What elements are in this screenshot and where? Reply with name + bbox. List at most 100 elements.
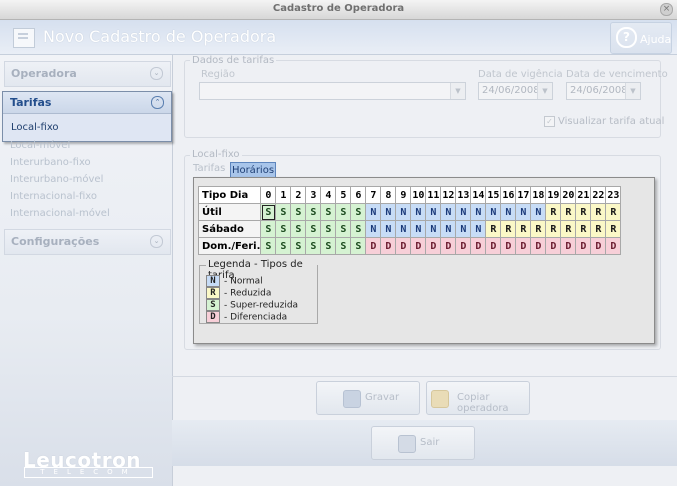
tariff-cell[interactable]: D [545,237,562,255]
tariff-cell[interactable]: S [290,237,307,255]
tariff-cell[interactable]: D [365,237,382,255]
tariff-cell[interactable]: R [485,220,502,238]
sidebar-item-local-movel[interactable]: Local-móvel [10,140,70,151]
tariff-cell[interactable]: D [425,237,442,255]
tariff-cell[interactable]: S [275,220,292,238]
tariff-cell[interactable]: D [590,237,607,255]
tariff-cell[interactable]: S [260,237,277,255]
tariff-cell[interactable]: N [380,203,397,221]
tariff-cell[interactable]: R [560,220,577,238]
tariff-cell[interactable]: D [485,237,502,255]
vigencia-date-field[interactable]: 24/06/2008 ▼ [478,82,553,100]
tariff-cell[interactable]: N [500,203,517,221]
tariff-cell[interactable]: N [455,203,472,221]
tariff-cell[interactable]: R [545,220,562,238]
tariff-cell[interactable]: S [260,220,277,238]
tariff-cell[interactable]: S [350,203,367,221]
gravar-button[interactable]: Gravar [316,381,420,415]
tariff-cell[interactable]: D [575,237,592,255]
tariff-cell[interactable]: R [515,220,532,238]
tariff-cell[interactable]: R [500,220,517,238]
tariff-cell[interactable]: S [290,220,307,238]
tariff-cell[interactable]: R [590,203,607,221]
tariff-cell[interactable]: S [275,203,292,221]
tariff-cell[interactable]: S [320,220,337,238]
tariff-cell[interactable]: S [335,220,352,238]
tariff-cell[interactable]: R [605,220,622,238]
vencimento-date-field[interactable]: 24/06/2008 ▼ [566,82,641,100]
tariff-cell[interactable]: N [470,220,487,238]
tariff-cell[interactable]: S [350,220,367,238]
tariff-cell[interactable]: D [530,237,547,255]
tariff-cell[interactable]: N [380,220,397,238]
tariff-cell[interactable]: S [335,237,352,255]
tariff-cell[interactable]: N [395,203,412,221]
tariff-cell[interactable]: D [515,237,532,255]
tariff-cell[interactable]: R [560,203,577,221]
tariff-cell[interactable]: S [335,203,352,221]
help-button[interactable]: ? Ajuda [610,22,672,54]
tariff-cell[interactable]: N [485,203,502,221]
chevron-up-icon[interactable]: ⌃ [151,96,164,109]
tariff-cell[interactable]: N [365,203,382,221]
tariff-cell[interactable]: N [530,203,547,221]
tariff-cell[interactable]: S [275,237,292,255]
tariff-cell[interactable]: D [470,237,487,255]
hour-header: 15 [485,186,502,204]
chevron-down-icon[interactable]: ▼ [450,83,465,99]
regiao-select[interactable]: ▼ [199,82,466,100]
tariff-cell[interactable]: D [380,237,397,255]
tariff-cell[interactable]: N [455,220,472,238]
chevron-down-icon[interactable]: ⌄ [150,235,163,248]
tariff-cell[interactable]: N [440,220,457,238]
chevron-down-icon[interactable]: ▼ [537,83,552,99]
chevron-down-icon[interactable]: ▼ [625,83,640,99]
tariff-cell[interactable]: D [410,237,427,255]
tariff-cell[interactable]: D [455,237,472,255]
copiar-operadora-button[interactable]: Copiar operadora [426,381,530,415]
visualizar-checkbox[interactable]: ✓ [544,116,555,127]
sidebar-section-operadora[interactable]: Operadora ⌄ [4,61,171,87]
sidebar-item-internacional-fixo[interactable]: Internacional-fixo [10,191,97,202]
sidebar-item-local-fixo[interactable]: Local-fixo [11,122,59,133]
tariff-cell[interactable]: S [305,203,322,221]
tariff-cell[interactable]: S [305,237,322,255]
sidebar-section-configuracoes[interactable]: Configurações ⌄ [4,229,171,255]
tariff-cell[interactable]: N [440,203,457,221]
tab-tarifas[interactable]: Tarifas [193,163,225,174]
tariff-cell[interactable]: D [395,237,412,255]
tariff-cell[interactable]: R [575,203,592,221]
sidebar-item-interurbano-fixo[interactable]: Interurbano-fixo [10,157,91,168]
tariff-cell[interactable]: S [290,203,307,221]
tariff-cell[interactable]: N [395,220,412,238]
sidebar-item-interurbano-movel[interactable]: Interurbano-móvel [10,174,103,185]
tariff-cell[interactable]: S [320,237,337,255]
tariff-cell[interactable]: R [605,203,622,221]
tariff-cell[interactable]: S [350,237,367,255]
tariff-cell[interactable]: S [305,220,322,238]
tariff-cell[interactable]: R [590,220,607,238]
sidebar-section-tarifas[interactable]: Tarifas ⌃ Local-fixo [2,91,172,142]
sair-button[interactable]: Sair [371,426,475,460]
tariff-cell[interactable]: D [440,237,457,255]
tariff-cell[interactable]: D [605,237,622,255]
tariff-cell[interactable]: N [470,203,487,221]
tariff-cell[interactable]: N [410,220,427,238]
sidebar-item-internacional-movel[interactable]: Internacional-móvel [10,208,110,219]
close-icon[interactable]: × [660,3,673,16]
tab-horarios[interactable]: Horários [230,162,276,178]
tariff-cell[interactable]: R [575,220,592,238]
tariff-cell[interactable]: N [410,203,427,221]
sidebar-section-header[interactable]: Tarifas ⌃ [3,92,171,114]
tariff-cell[interactable]: R [545,203,562,221]
tariff-cell[interactable]: N [425,203,442,221]
tariff-cell[interactable]: N [425,220,442,238]
tariff-cell[interactable]: D [560,237,577,255]
tariff-cell[interactable]: S [260,203,277,221]
tariff-cell[interactable]: D [500,237,517,255]
tariff-cell[interactable]: N [515,203,532,221]
tariff-cell[interactable]: N [365,220,382,238]
tariff-cell[interactable]: S [320,203,337,221]
chevron-down-icon[interactable]: ⌄ [150,67,163,80]
tariff-cell[interactable]: R [530,220,547,238]
